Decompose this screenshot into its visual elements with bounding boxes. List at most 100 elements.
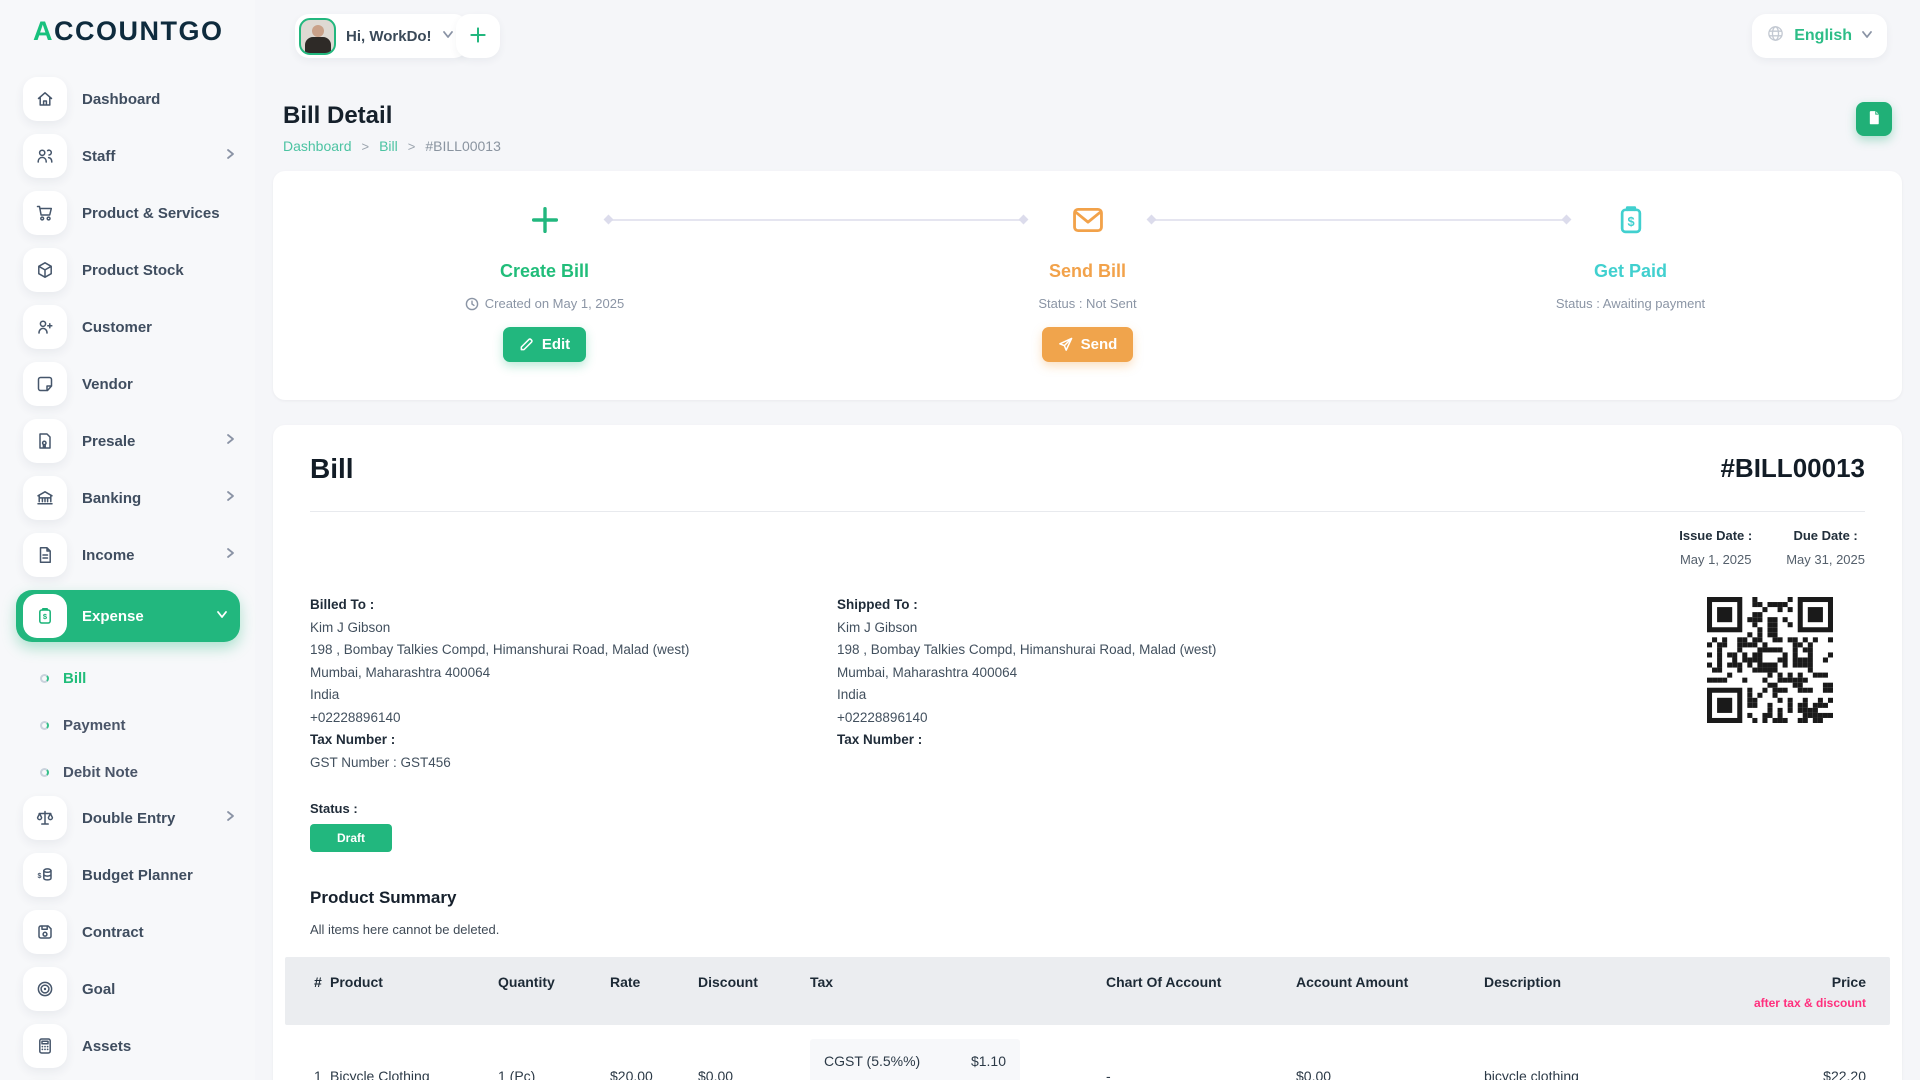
step-title: Create Bill bbox=[273, 261, 816, 282]
target-icon bbox=[23, 967, 67, 1011]
sidebar-item-label: Assets bbox=[82, 1038, 240, 1055]
qr-code bbox=[1707, 597, 1833, 723]
chevron-down-icon bbox=[1861, 27, 1873, 45]
sidebar-item-label: Vendor bbox=[82, 376, 240, 393]
bill-title: Bill bbox=[310, 453, 354, 485]
sidebar-item-label: Income bbox=[82, 547, 224, 564]
sidebar-nav: Dashboard Staff Product & Services Produ… bbox=[0, 77, 255, 1080]
sidebar-item-customer[interactable]: Customer bbox=[23, 305, 240, 349]
sidebar-subitem-debit-note[interactable]: Debit Note bbox=[0, 749, 255, 796]
due-date: Due Date : May 31, 2025 bbox=[1786, 528, 1865, 567]
bill-head: Bill #BILL00013 bbox=[310, 453, 1865, 485]
cube-icon bbox=[23, 248, 67, 292]
sidebar-item-label: Staff bbox=[82, 148, 224, 165]
sidebar: ACCOUNTGO Dashboard Staff Product & Serv… bbox=[0, 0, 255, 1080]
send-bill-button[interactable]: Send bbox=[1042, 327, 1134, 362]
sidebar-item-budget-planner[interactable]: $ Budget Planner bbox=[23, 853, 240, 897]
envelope-icon bbox=[816, 201, 1359, 239]
breadcrumb: Dashboard > Bill > #BILL00013 bbox=[283, 138, 1902, 154]
bill-parties: Billed To : Kim J Gibson 198 , Bombay Ta… bbox=[310, 597, 1865, 777]
sidebar-item-dashboard[interactable]: Dashboard bbox=[23, 77, 240, 121]
product-table: # Product Quantity Rate Discount Tax Cha… bbox=[285, 957, 1890, 1080]
sidebar-item-banking[interactable]: Banking bbox=[23, 476, 240, 520]
sidebar-item-product-stock[interactable]: Product Stock bbox=[23, 248, 240, 292]
breadcrumb-separator: > bbox=[408, 139, 416, 154]
step-get-paid: $ Get Paid Status : Awaiting payment bbox=[1359, 171, 1902, 400]
coins-dollar-icon: $ bbox=[23, 853, 67, 897]
bullet-icon bbox=[40, 674, 49, 683]
billed-to: Billed To : Kim J Gibson 198 , Bombay Ta… bbox=[310, 597, 837, 777]
sidebar-item-expense[interactable]: $ Expense bbox=[16, 590, 240, 642]
breadcrumb-dashboard[interactable]: Dashboard bbox=[283, 138, 352, 154]
sidebar-item-goal[interactable]: Goal bbox=[23, 967, 240, 1011]
topbar: Hi, WorkDo! English bbox=[255, 0, 1920, 72]
sidebar-item-staff[interactable]: Staff bbox=[23, 134, 240, 178]
sidebar-item-label: Product Stock bbox=[82, 262, 240, 279]
note-icon bbox=[23, 362, 67, 406]
app-screen: ACCOUNTGO Dashboard Staff Product & Serv… bbox=[0, 0, 1920, 1080]
chevron-right-icon bbox=[224, 546, 236, 564]
step-status: Status : Not Sent bbox=[816, 296, 1359, 311]
brand-logo[interactable]: ACCOUNTGO bbox=[33, 16, 255, 47]
bullet-icon bbox=[40, 721, 49, 730]
user-greeting: Hi, WorkDo! bbox=[346, 28, 432, 45]
chevron-right-icon bbox=[224, 809, 236, 827]
chevron-right-icon bbox=[224, 147, 236, 165]
step-title: Get Paid bbox=[1359, 261, 1902, 282]
svg-text:$: $ bbox=[43, 612, 48, 621]
clipboard-dollar-icon: $ bbox=[23, 594, 67, 638]
sidebar-item-income[interactable]: Income bbox=[23, 533, 240, 577]
step-send-bill: Send Bill Status : Not Sent Send bbox=[816, 171, 1359, 400]
bullet-icon bbox=[40, 768, 49, 777]
subitem-label: Bill bbox=[63, 670, 86, 687]
bill-number: #BILL00013 bbox=[1720, 453, 1865, 484]
sidebar-item-label: Budget Planner bbox=[82, 867, 240, 884]
globe-icon bbox=[1766, 24, 1785, 48]
step-create-bill: Create Bill Created on May 1, 2025 Edit bbox=[273, 171, 816, 400]
breadcrumb-bill[interactable]: Bill bbox=[379, 138, 398, 154]
sidebar-item-assets[interactable]: Assets bbox=[23, 1024, 240, 1068]
language-label: English bbox=[1794, 27, 1852, 45]
users-icon bbox=[23, 134, 67, 178]
product-table-header: # Product Quantity Rate Discount Tax Cha… bbox=[285, 957, 1890, 1025]
subitem-label: Payment bbox=[63, 717, 126, 734]
file-badge-icon bbox=[23, 419, 67, 463]
sidebar-subitem-bill[interactable]: Bill bbox=[0, 655, 255, 702]
cart-icon bbox=[23, 191, 67, 235]
sidebar-item-double-entry[interactable]: Double Entry bbox=[23, 796, 240, 840]
sidebar-item-label: Banking bbox=[82, 490, 224, 507]
bill-progress-card: Create Bill Created on May 1, 2025 Edit … bbox=[273, 171, 1902, 400]
step-title: Send Bill bbox=[816, 261, 1359, 282]
language-selector[interactable]: English bbox=[1752, 14, 1887, 58]
step-status: Created on May 1, 2025 bbox=[273, 296, 816, 311]
add-button[interactable] bbox=[456, 14, 500, 58]
scales-icon bbox=[23, 796, 67, 840]
pencil-icon bbox=[519, 337, 534, 352]
status-badge: Draft bbox=[310, 824, 392, 852]
svg-text:$: $ bbox=[1627, 214, 1634, 229]
sidebar-subitem-payment[interactable]: Payment bbox=[0, 702, 255, 749]
tax-cell: CGST (5.5%%) $1.10 SGST (5.5%%) $1.10 bbox=[810, 1025, 1106, 1080]
step-status: Status : Awaiting payment bbox=[1359, 296, 1902, 311]
page-title: Bill Detail bbox=[283, 102, 1902, 130]
user-plus-icon bbox=[23, 305, 67, 349]
file-icon bbox=[1866, 109, 1883, 129]
sidebar-item-label: Customer bbox=[82, 319, 240, 336]
shipped-to: Shipped To : Kim J Gibson 198 , Bombay T… bbox=[837, 597, 1364, 777]
sidebar-item-label: Presale bbox=[82, 433, 224, 450]
sidebar-item-presale[interactable]: Presale bbox=[23, 419, 240, 463]
svg-text:$: $ bbox=[37, 873, 41, 880]
chevron-right-icon bbox=[224, 432, 236, 450]
subitem-label: Debit Note bbox=[63, 764, 138, 781]
sidebar-item-vendor[interactable]: Vendor bbox=[23, 362, 240, 406]
clipboard-dollar-icon: $ bbox=[1359, 201, 1902, 239]
price-sub-label: after tax & discount bbox=[1704, 996, 1866, 1010]
sidebar-item-contract[interactable]: Contract bbox=[23, 910, 240, 954]
edit-bill-button[interactable]: Edit bbox=[503, 327, 586, 362]
bill-status: Status : Draft bbox=[310, 801, 1865, 852]
export-document-button[interactable] bbox=[1856, 102, 1892, 136]
bill-dates: Issue Date : May 1, 2025 Due Date : May … bbox=[310, 528, 1865, 567]
sidebar-item-product-services[interactable]: Product & Services bbox=[23, 191, 240, 235]
chevron-down-icon bbox=[442, 27, 454, 45]
user-menu[interactable]: Hi, WorkDo! bbox=[295, 14, 468, 58]
